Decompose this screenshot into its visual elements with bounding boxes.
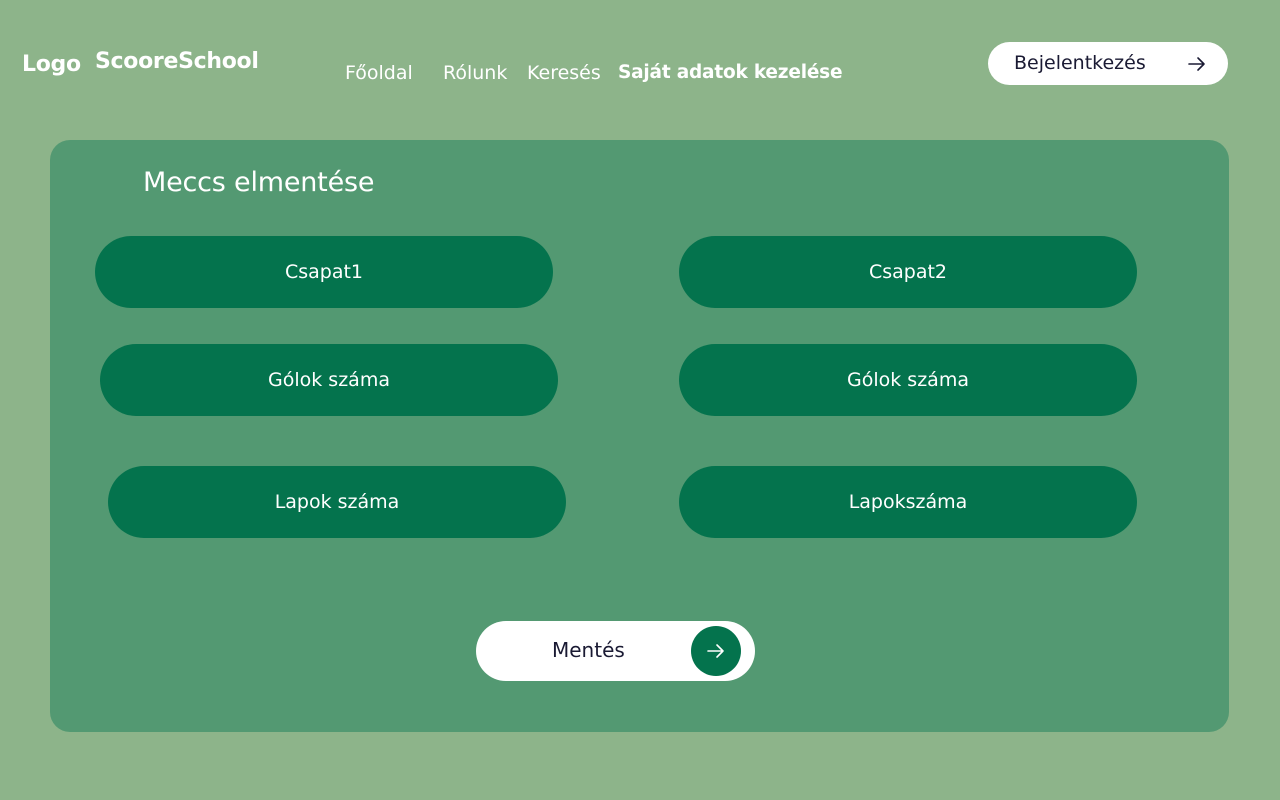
login-button-label: Bejelentkezés [1014,52,1146,74]
team2-cards-field[interactable]: Lapokszáma [679,466,1137,538]
team2-field[interactable]: Csapat2 [679,236,1137,308]
team2-goals-field[interactable]: Gólok száma [679,344,1137,416]
form-title: Meccs elmentése [143,167,375,198]
arrow-right-icon [707,644,724,658]
save-button-label: Mentés [552,638,625,662]
nav-home-link[interactable]: Főoldal [345,62,413,84]
save-button[interactable]: Mentés [476,621,755,681]
team1-cards-field[interactable]: Lapok száma [108,466,566,538]
nav-about-link[interactable]: Rólunk [443,62,507,84]
login-button[interactable]: Bejelentkezés [988,42,1228,85]
team1-goals-field[interactable]: Gólok száma [100,344,558,416]
team1-field[interactable]: Csapat1 [95,236,553,308]
arrow-right-icon [1188,57,1205,71]
logo: Logo [22,52,81,77]
brand-name: ScooreSchool [95,49,259,74]
nav-search-link[interactable]: Keresés [527,62,601,84]
save-arrow-circle [691,626,741,676]
nav-own-data-link[interactable]: Saját adatok kezelése [618,62,843,83]
